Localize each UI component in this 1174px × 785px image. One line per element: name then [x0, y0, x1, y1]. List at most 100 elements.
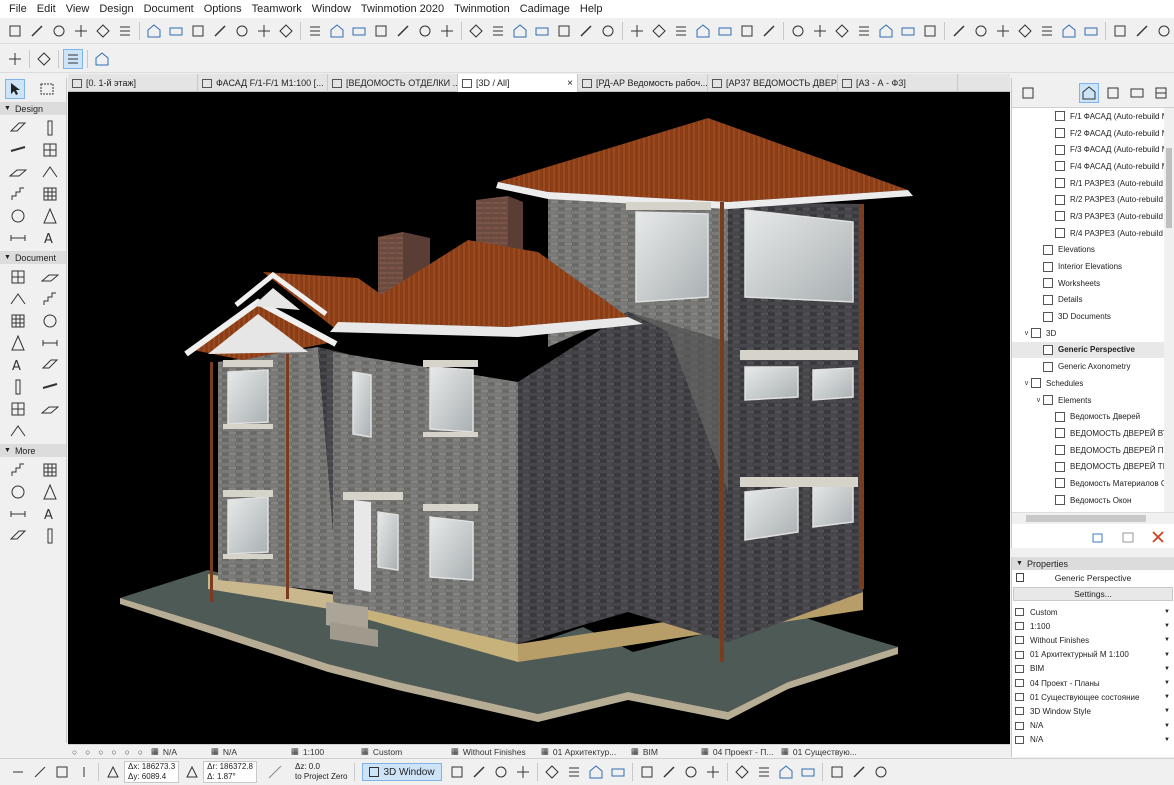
navigator-item[interactable]: Worksheets: [1012, 275, 1164, 292]
navigator-item[interactable]: Elevations: [1012, 242, 1164, 259]
navigator-item[interactable]: v Elements: [1012, 392, 1164, 409]
undo-icon[interactable]: [93, 21, 113, 41]
expander-icon[interactable]: v: [1022, 380, 1031, 387]
navigator-item[interactable]: R/3 РАЗРЕЗ (Auto-rebuild Mod: [1012, 208, 1164, 225]
property-row[interactable]: 01 Существующее состояние ▼: [1012, 690, 1174, 704]
beam-tool-icon[interactable]: [2, 139, 34, 161]
section-box-icon[interactable]: [564, 762, 584, 782]
status-field[interactable]: ▦ N/A: [147, 746, 207, 757]
intersect-icon[interactable]: [488, 21, 508, 41]
rotate-view-icon[interactable]: [63, 48, 83, 69]
dropdown-arrow-icon[interactable]: ▼: [1164, 708, 1170, 714]
fit-view-icon[interactable]: ○: [134, 747, 147, 757]
new-icon[interactable]: [5, 21, 25, 41]
collapse-arrow-icon[interactable]: ▼: [1016, 560, 1023, 567]
pan-view-icon[interactable]: ○: [121, 747, 134, 757]
print-icon[interactable]: [71, 21, 91, 41]
dropdown-arrow-icon[interactable]: ▼: [1164, 609, 1170, 615]
trim-icon[interactable]: [810, 21, 830, 41]
split-icon[interactable]: [437, 21, 457, 41]
toolbox-section-more[interactable]: ▼ More: [0, 444, 66, 457]
receive-icon[interactable]: [993, 21, 1013, 41]
magic-wand-icon[interactable]: [188, 21, 208, 41]
dropdown-arrow-icon[interactable]: ▼: [1164, 680, 1170, 686]
save-icon[interactable]: [49, 21, 69, 41]
help-icon[interactable]: [1081, 21, 1101, 41]
publisher-icon[interactable]: [1127, 83, 1147, 103]
3d-style-icon[interactable]: [447, 762, 467, 782]
project-map-icon[interactable]: [1018, 83, 1038, 103]
navigator-item[interactable]: ВЕДОМОСТЬ ДВЕРЕЙ ПЕРВ: [1012, 442, 1164, 459]
navigator-item[interactable]: Interior Elevations: [1012, 258, 1164, 275]
tracker-icon[interactable]: [8, 762, 28, 782]
menu-document[interactable]: Document: [139, 0, 199, 18]
menu-cadimage[interactable]: Cadimage: [515, 0, 575, 18]
status-field[interactable]: ▦ Custom: [357, 746, 447, 757]
render-3d-icon[interactable]: [586, 762, 606, 782]
navigator-item[interactable]: R/2 РАЗРЕЗ (Auto-rebuild Mod: [1012, 191, 1164, 208]
organizer-icon[interactable]: [1151, 83, 1171, 103]
align-icon[interactable]: [737, 21, 757, 41]
property-row[interactable]: BIM ▼: [1012, 662, 1174, 676]
lamp-tool-icon[interactable]: [2, 481, 34, 503]
property-row[interactable]: 1:100 ▼: [1012, 619, 1174, 633]
property-row[interactable]: Without Finishes ▼: [1012, 633, 1174, 647]
redo-icon[interactable]: [115, 21, 135, 41]
property-row[interactable]: 04 Проект - Планы ▼: [1012, 676, 1174, 690]
coordinate-xy[interactable]: Δx: 186273.3 Δy: 6089.4: [124, 761, 180, 783]
tab-view-2[interactable]: [ВЕДОМОСТЬ ОТДЕЛКИ ...: [328, 74, 458, 92]
expander-icon[interactable]: v: [1034, 397, 1043, 404]
measure-3d-icon[interactable]: [849, 762, 869, 782]
roof-tool-icon[interactable]: [34, 161, 66, 183]
navigator-item[interactable]: Generic Perspective: [1012, 341, 1164, 359]
marker-tool-icon[interactable]: [2, 459, 34, 481]
offset-icon[interactable]: [415, 21, 435, 41]
tab-view-6[interactable]: [А3 - А - Ф3]: [838, 74, 958, 92]
camera-tool-icon[interactable]: [2, 420, 34, 442]
mesh-tool-icon[interactable]: [2, 227, 34, 249]
status-field[interactable]: ▦ 01 Архитектур...: [537, 746, 627, 757]
status-field[interactable]: ▦ 1:100: [287, 746, 357, 757]
fill-tool-icon[interactable]: [2, 310, 34, 332]
adjust-icon[interactable]: [466, 21, 486, 41]
walk-icon[interactable]: [513, 762, 533, 782]
send-icon[interactable]: [971, 21, 991, 41]
eye-icon[interactable]: [554, 21, 574, 41]
property-row[interactable]: N/A ▼: [1012, 719, 1174, 733]
settings-button[interactable]: Settings...: [1013, 587, 1173, 601]
navigator-horizontal-scrollbar[interactable]: [1012, 512, 1174, 524]
dimension-tool-icon[interactable]: [2, 266, 34, 288]
zoom-3d-icon[interactable]: [754, 762, 774, 782]
camera-icon[interactable]: [671, 21, 691, 41]
zoom-out-view-icon[interactable]: ○: [107, 747, 120, 757]
layers-icon[interactable]: [210, 21, 230, 41]
cadimage-icon[interactable]: [1059, 21, 1079, 41]
clone-view-icon[interactable]: [1088, 527, 1108, 547]
scrollbar-thumb[interactable]: [1166, 148, 1172, 228]
dropdown-arrow-icon[interactable]: ▼: [1164, 737, 1170, 743]
navigator-item[interactable]: F/2 ФАСАД (Auto-rebuild Mod: [1012, 125, 1164, 142]
explode-icon[interactable]: [832, 21, 852, 41]
tm-sync-icon[interactable]: [1015, 21, 1035, 41]
navigator-vertical-scrollbar[interactable]: [1164, 108, 1174, 512]
view-map-icon[interactable]: [1079, 82, 1099, 103]
drag-icon[interactable]: [393, 21, 413, 41]
shell-tool-icon[interactable]: [2, 205, 34, 227]
menu-edit[interactable]: Edit: [32, 0, 61, 18]
cut-plane-icon[interactable]: [608, 762, 628, 782]
tab-view-1[interactable]: ФАСАД F/1-F/1 M1:100 [...: [198, 74, 328, 92]
teamwork-icon[interactable]: [949, 21, 969, 41]
morph-tool-icon[interactable]: [34, 205, 66, 227]
navigator-item[interactable]: v Schedules: [1012, 375, 1164, 392]
navigator-item[interactable]: Generic Axonometry: [1012, 358, 1164, 375]
arc-tool-icon[interactable]: [2, 525, 34, 547]
inject-icon[interactable]: [166, 21, 186, 41]
layers2-icon[interactable]: [576, 21, 596, 41]
tm-launch-icon[interactable]: [1037, 21, 1057, 41]
explore-icon[interactable]: [469, 762, 489, 782]
pointer-icon[interactable]: [92, 49, 112, 69]
snap-icon[interactable]: [30, 762, 50, 782]
slab-tool-icon[interactable]: [2, 161, 34, 183]
3d-window-button[interactable]: 3D Window: [362, 763, 442, 781]
merge-icon[interactable]: [854, 21, 874, 41]
